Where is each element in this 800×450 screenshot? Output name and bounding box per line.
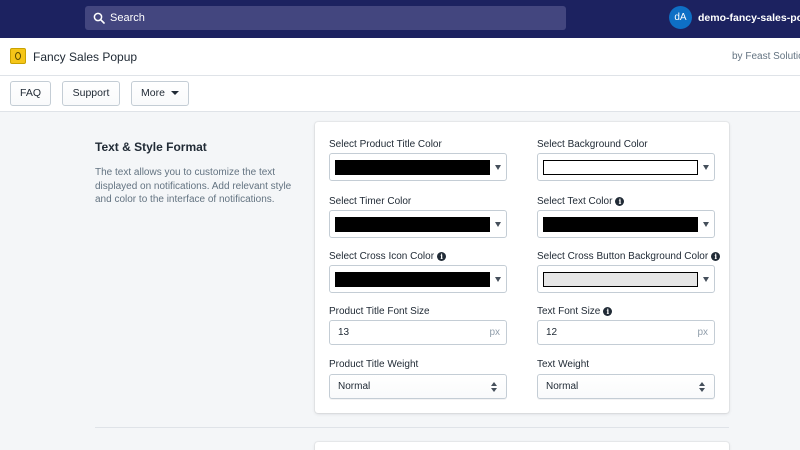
app-title: Fancy Sales Popup [33, 50, 138, 64]
text-font-size-label: Text Font Size [537, 306, 601, 317]
input-value: 12 [546, 327, 558, 338]
chevron-down-icon [495, 222, 501, 227]
select-value: Normal [546, 381, 579, 392]
text-color-select[interactable] [537, 210, 715, 238]
color-swatch [335, 160, 490, 175]
section-description: The text allows you to customize the tex… [95, 167, 292, 205]
cross-button-bg-color-label-wrap: Select Cross Button Background Color i [537, 251, 721, 262]
select-arrows-icon [491, 382, 497, 393]
faq-button-label: FAQ [19, 87, 41, 99]
cross-icon-color-label: Select Cross Icon Color [329, 251, 435, 262]
section-title: Text & Style Format [95, 140, 207, 154]
chevron-down-icon [495, 165, 501, 170]
search-placeholder: Search [110, 12, 145, 24]
avatar[interactable]: dA [669, 6, 692, 29]
faq-button[interactable]: FAQ [10, 81, 51, 106]
info-icon[interactable]: i [437, 252, 447, 261]
product-title-weight-label: Product Title Weight [329, 359, 419, 370]
text-weight-select[interactable]: Normal [537, 374, 715, 399]
product-title-weight-select[interactable]: Normal [329, 374, 507, 399]
text-color-label-wrap: Select Text Color i [537, 196, 625, 207]
product-title-color-label: Select Product Title Color [329, 139, 442, 150]
text-font-size-input[interactable]: 12 px [537, 320, 715, 345]
more-button[interactable]: More [131, 81, 189, 106]
cross-button-bg-color-label: Select Cross Button Background Color [537, 251, 709, 262]
cross-icon-color-select[interactable] [329, 265, 507, 293]
color-swatch [543, 217, 698, 232]
color-swatch [543, 272, 698, 287]
product-title-font-size-label: Product Title Font Size [329, 306, 430, 317]
chevron-down-icon [703, 165, 709, 170]
background-color-label: Select Background Color [537, 139, 648, 150]
background-color-select[interactable] [537, 153, 715, 181]
next-settings-card [315, 442, 729, 450]
store-name[interactable]: demo-fancy-sales-pop... [698, 12, 800, 24]
input-value: 13 [338, 327, 350, 338]
top-bar: Search dA demo-fancy-sales-pop... [0, 0, 800, 38]
support-button-label: Support [72, 87, 110, 99]
action-bar: FAQ Support More [0, 76, 800, 112]
text-weight-label: Text Weight [537, 359, 590, 370]
cross-icon-color-label-wrap: Select Cross Icon Color i [329, 251, 447, 262]
developer-byline[interactable]: by Feast Solutions [732, 51, 800, 62]
product-title-color-select[interactable] [329, 153, 507, 181]
timer-color-select[interactable] [329, 210, 507, 238]
info-icon[interactable]: i [615, 197, 625, 206]
text-font-size-label-wrap: Text Font Size i [537, 306, 613, 317]
product-title-font-size-input[interactable]: 13 px [329, 320, 507, 345]
info-icon[interactable]: i [603, 307, 613, 316]
section-divider [95, 427, 729, 428]
select-value: Normal [338, 381, 371, 392]
support-button[interactable]: Support [62, 81, 120, 106]
search-icon [93, 12, 105, 24]
color-swatch [335, 217, 490, 232]
info-icon[interactable]: i [711, 252, 721, 261]
chevron-down-icon [170, 91, 179, 96]
input-suffix: px [697, 327, 708, 338]
cross-button-bg-color-select[interactable] [537, 265, 715, 293]
timer-color-label: Select Timer Color [329, 196, 412, 207]
text-style-settings-card: Select Product Title Color Select Backgr… [315, 122, 729, 413]
chevron-down-icon [703, 222, 709, 227]
app-logo-icon [10, 48, 26, 64]
select-arrows-icon [699, 382, 705, 393]
input-suffix: px [489, 327, 500, 338]
chevron-down-icon [495, 277, 501, 282]
app-header: Fancy Sales Popup by Feast Solutions [0, 38, 800, 76]
chevron-down-icon [703, 277, 709, 282]
search-bar[interactable]: Search [85, 6, 566, 30]
color-swatch [543, 160, 698, 175]
color-swatch [335, 272, 490, 287]
text-color-label: Select Text Color [537, 196, 613, 207]
more-button-label: More [141, 87, 165, 99]
